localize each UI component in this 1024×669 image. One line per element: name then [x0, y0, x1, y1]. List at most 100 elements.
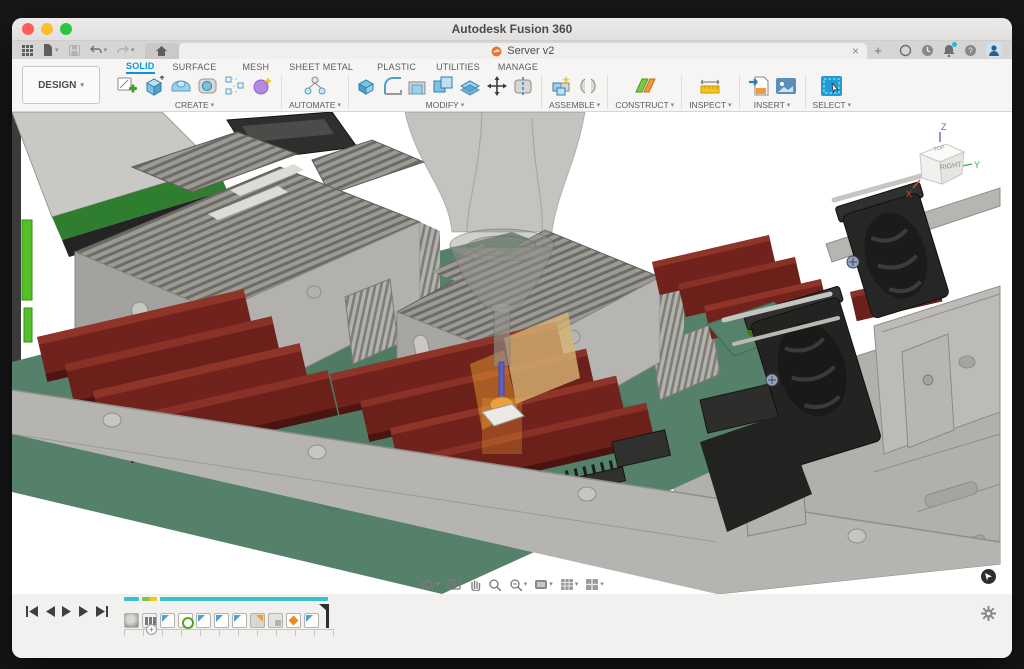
grid-and-snaps-icon[interactable]: ▾: [560, 578, 579, 591]
window-title: Autodesk Fusion 360: [452, 22, 573, 36]
document-tab-label: Server v2: [507, 45, 554, 57]
automate-group: AUTOMATE▾: [282, 73, 348, 111]
save-icon[interactable]: [69, 45, 80, 56]
step-forward-button[interactable]: [79, 606, 89, 617]
data-panel-icon[interactable]: [22, 45, 33, 56]
timeline-settings-gear-icon[interactable]: [981, 606, 996, 621]
group-bar-long: [160, 597, 328, 601]
3d-viewport[interactable]: Z Y X TOP RIGHT ▾ ▾ ▾ ▾ ▾: [12, 112, 1012, 594]
zoom-icon[interactable]: ▾: [509, 578, 528, 591]
axis-y-label: Y: [974, 160, 980, 170]
undo-icon[interactable]: ▾: [90, 45, 108, 55]
new-component-icon[interactable]: [550, 74, 574, 98]
ribbon-tab-sheet-metal[interactable]: SHEET METAL: [289, 62, 353, 73]
ribbon-tab-manage[interactable]: MANAGE: [498, 62, 538, 73]
new-tab-button[interactable]: +: [867, 41, 889, 59]
joint-feature[interactable]: [286, 613, 301, 628]
sketch-feature[interactable]: [232, 613, 247, 628]
toolbar-ribbon: DESIGN ▾ SOLID SURFACE MESH SHEET METAL PLAS…: [12, 59, 1012, 112]
application-bar: ▾ ▾ ▾ Server v2 × +: [12, 41, 1012, 59]
play-button[interactable]: [62, 606, 72, 617]
joint-icon[interactable]: [577, 74, 599, 98]
ribbon-tab-mesh[interactable]: MESH: [242, 62, 269, 73]
assemble-group: ASSEMBLE▾: [542, 73, 607, 111]
assemble-group-label[interactable]: ASSEMBLE▾: [549, 100, 600, 110]
automate-group-label[interactable]: AUTOMATE▾: [289, 100, 341, 110]
look-at-icon[interactable]: [447, 578, 461, 591]
inspect-group: INSPECT▾: [682, 73, 738, 111]
job-status-icon[interactable]: [921, 44, 934, 57]
modify-group-label[interactable]: MODIFY▾: [426, 100, 465, 110]
orbit-icon[interactable]: ▾: [420, 578, 440, 591]
step-back-button[interactable]: [45, 606, 55, 617]
profile-avatar[interactable]: [986, 42, 1002, 58]
select-icon[interactable]: [819, 74, 845, 98]
construct-group-label[interactable]: CONSTRUCT▾: [615, 100, 674, 110]
svg-text:?: ?: [968, 46, 973, 55]
close-tab-button[interactable]: ×: [852, 44, 859, 58]
create-group: CREATE▾: [108, 73, 281, 111]
zoom-window-icon[interactable]: [488, 578, 502, 591]
hole-icon[interactable]: [196, 74, 220, 98]
timeline-position-marker[interactable]: [326, 604, 329, 628]
minimize-window-button[interactable]: [41, 23, 53, 35]
automate-icon[interactable]: [302, 74, 328, 98]
construct-group: CONSTRUCT▾: [608, 73, 681, 111]
home-tab[interactable]: [145, 43, 179, 59]
expand-group-button[interactable]: +: [146, 624, 157, 635]
insert-group-label[interactable]: INSERT▾: [754, 100, 791, 110]
offset-face-icon[interactable]: [458, 74, 482, 98]
group-bar-teal: [124, 597, 139, 601]
display-settings-icon[interactable]: ▾: [534, 578, 553, 591]
close-window-button[interactable]: [22, 23, 34, 35]
extrude-icon[interactable]: [142, 74, 166, 98]
help-icon[interactable]: ?: [964, 44, 977, 57]
file-menu-icon[interactable]: ▾: [43, 44, 59, 56]
extensions-icon[interactable]: [899, 44, 912, 57]
create-group-label[interactable]: CREATE▾: [175, 100, 214, 110]
ribbon-tab-utilities[interactable]: UTILITIES: [436, 62, 480, 73]
construct-plane-icon[interactable]: [632, 74, 658, 98]
workspace-selector[interactable]: DESIGN ▾: [22, 66, 100, 104]
ribbon-tab-surface[interactable]: SURFACE: [173, 62, 217, 73]
timeline-playback: [26, 606, 108, 617]
sketch-feature[interactable]: [214, 613, 229, 628]
form-body-feature[interactable]: [124, 613, 139, 628]
notifications-icon[interactable]: [943, 44, 955, 57]
form-icon[interactable]: [169, 74, 193, 98]
ribbon-tab-solid[interactable]: SOLID: [126, 61, 155, 74]
fusion360-window: Autodesk Fusion 360 ▾ ▾ ▾: [12, 18, 1012, 658]
create-sketch-icon[interactable]: [115, 74, 139, 98]
split-body-icon[interactable]: [512, 74, 534, 98]
loft-feature[interactable]: [250, 613, 265, 628]
sketch-feature[interactable]: [160, 613, 175, 628]
sketch-feature[interactable]: [304, 613, 319, 628]
measure-icon[interactable]: [697, 74, 723, 98]
fillet-icon[interactable]: [381, 74, 403, 98]
ribbon-tab-plastic[interactable]: PLASTIC: [377, 62, 416, 73]
generative-icon[interactable]: [250, 74, 274, 98]
inspect-group-label[interactable]: INSPECT▾: [689, 100, 731, 110]
select-group-label[interactable]: SELECT▾: [813, 100, 852, 110]
redo-icon[interactable]: ▾: [117, 45, 135, 55]
insert-image-icon[interactable]: [774, 74, 798, 98]
zoom-window-button[interactable]: [60, 23, 72, 35]
combine-icon[interactable]: [431, 74, 455, 98]
insert-group: INSERT▾: [740, 73, 805, 111]
pattern-icon[interactable]: [223, 74, 247, 98]
document-tab[interactable]: Server v2 ×: [179, 43, 867, 59]
move-copy-icon[interactable]: [485, 74, 509, 98]
go-to-start-button[interactable]: [26, 606, 38, 617]
sketch-feature[interactable]: [196, 613, 211, 628]
pan-icon[interactable]: [468, 578, 481, 591]
press-pull-icon[interactable]: [356, 74, 378, 98]
viewports-icon[interactable]: ▾: [585, 578, 604, 591]
view-cube[interactable]: Z Y X TOP RIGHT: [904, 118, 982, 204]
go-to-end-button[interactable]: [96, 606, 108, 617]
hole-feature[interactable]: [178, 613, 193, 628]
canvas-feature[interactable]: [268, 613, 283, 628]
insert-derive-icon[interactable]: [747, 74, 771, 98]
shell-icon[interactable]: [406, 74, 428, 98]
unsaved-document-icon: [491, 46, 502, 57]
notification-badge: [952, 42, 957, 47]
